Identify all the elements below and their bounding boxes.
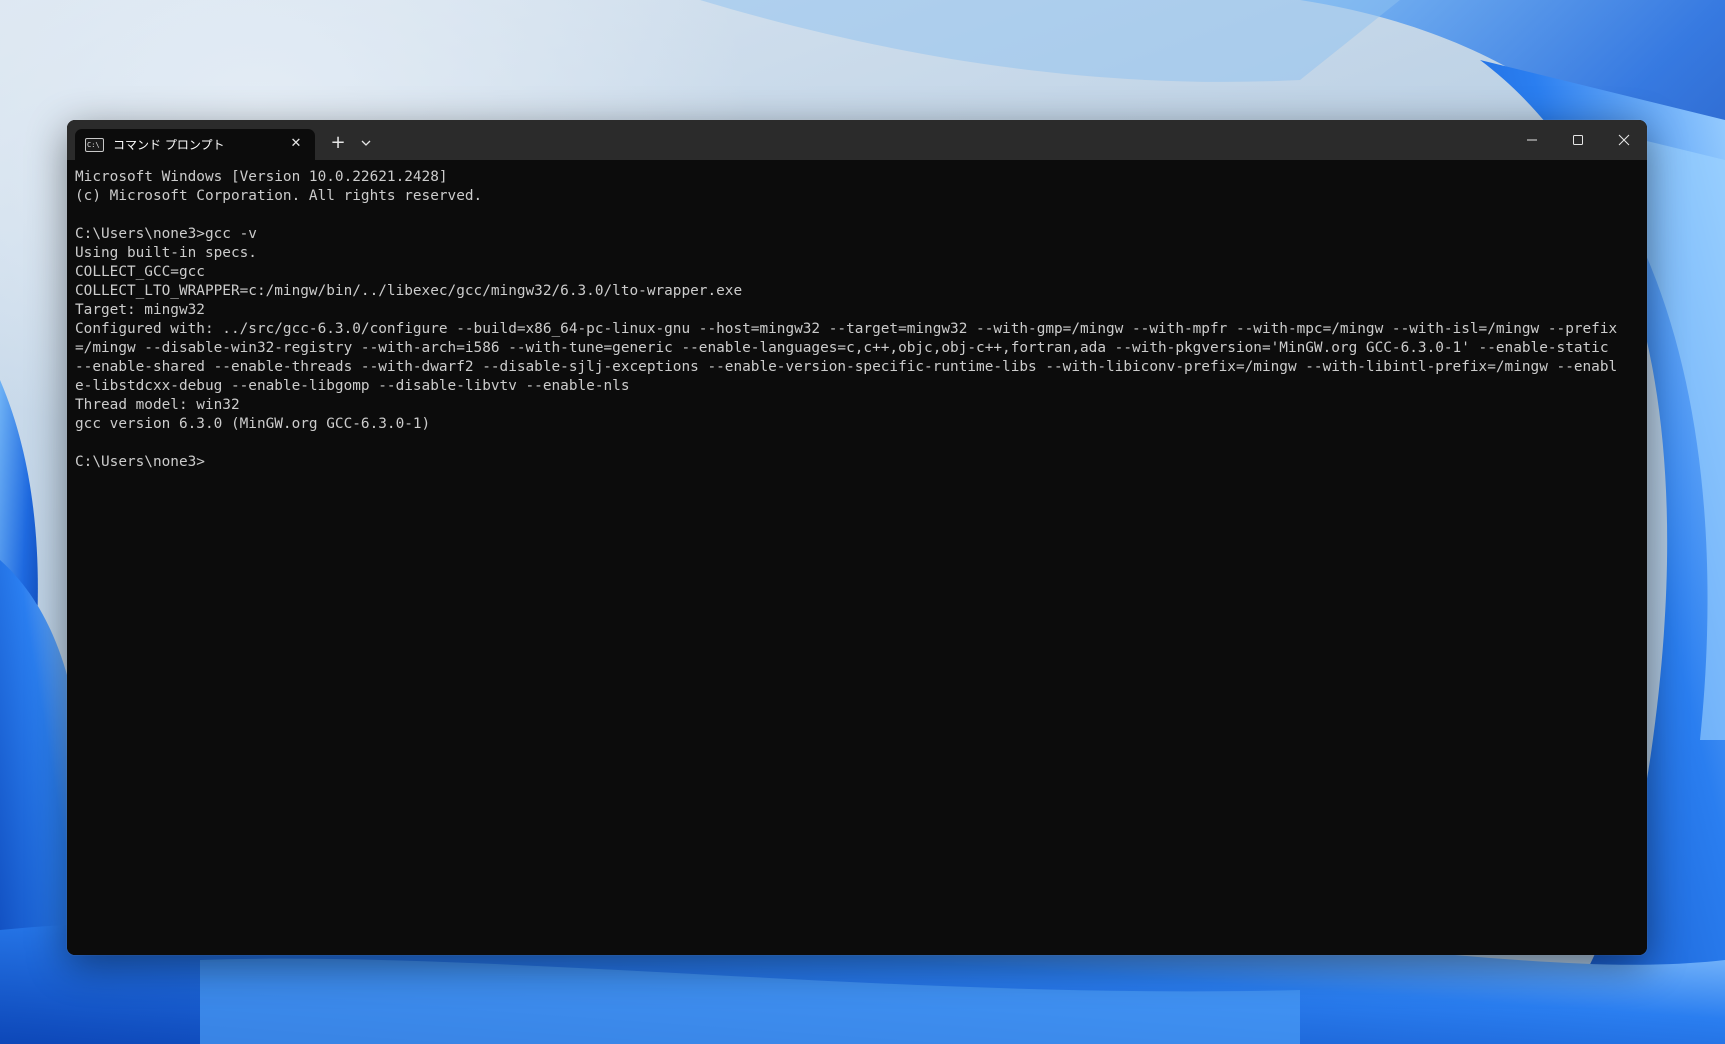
close-icon — [1618, 134, 1630, 146]
close-tab-icon[interactable]: ✕ — [287, 135, 305, 153]
terminal-line: Configured with: ../src/gcc-6.3.0/config… — [75, 321, 1618, 394]
minimize-button[interactable] — [1509, 120, 1555, 160]
maximize-icon — [1573, 135, 1583, 145]
terminal-body[interactable]: Microsoft Windows [Version 10.0.22621.24… — [67, 160, 1647, 955]
terminal-line: Using built-in specs. — [75, 245, 257, 261]
terminal-prompt[interactable]: C:\Users\none3> — [75, 453, 1622, 472]
close-window-button[interactable] — [1601, 120, 1647, 160]
new-tab-button[interactable]: + — [325, 130, 351, 156]
terminal-window: C:\ コマンド プロンプト ✕ + Microsoft Windows [Ve… — [67, 120, 1647, 955]
chevron-down-icon[interactable] — [354, 130, 378, 156]
terminal-line: gcc version 6.3.0 (MinGW.org GCC-6.3.0-1… — [75, 416, 431, 432]
terminal-line: Microsoft Windows [Version 10.0.22621.24… — [75, 169, 448, 185]
title-bar[interactable]: C:\ コマンド プロンプト ✕ + — [67, 120, 1647, 160]
tab-title: コマンド プロンプト — [113, 138, 225, 152]
terminal-line: COLLECT_LTO_WRAPPER=c:/mingw/bin/../libe… — [75, 283, 743, 299]
terminal-line: Target: mingw32 — [75, 302, 205, 318]
terminal-output[interactable]: Microsoft Windows [Version 10.0.22621.24… — [67, 160, 1630, 472]
minimize-icon — [1527, 139, 1537, 141]
command-prompt-icon: C:\ — [85, 137, 104, 152]
terminal-line: Thread model: win32 — [75, 397, 240, 413]
terminal-line: COLLECT_GCC=gcc — [75, 264, 205, 280]
maximize-button[interactable] — [1555, 120, 1601, 160]
window-controls — [1509, 120, 1647, 160]
terminal-line: (c) Microsoft Corporation. All rights re… — [75, 188, 483, 204]
tab-command-prompt[interactable]: C:\ コマンド プロンプト ✕ — [75, 129, 315, 160]
terminal-line: C:\Users\none3>gcc -v — [75, 226, 257, 242]
